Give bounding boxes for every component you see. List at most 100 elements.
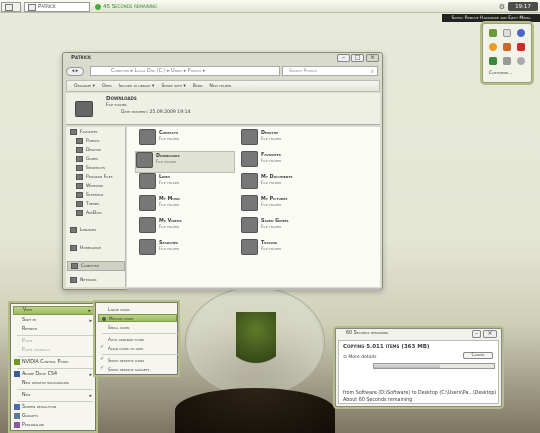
folder-favorites[interactable]: Favorites File folder [241,151,341,173]
maximize-button[interactable]: □ [351,54,364,62]
menu-separator [17,389,93,390]
menu-separator [102,333,178,334]
close-button[interactable]: × [483,330,497,338]
documents-folder-icon [241,173,258,189]
search-input[interactable]: Search Patrick ⌕ [282,66,378,76]
signal-icon[interactable] [503,57,511,65]
folder-icon [76,201,83,207]
nav-favorites[interactable]: Favorites [70,129,97,135]
submenu-show-desktop-icons[interactable]: ✓ Show desktop icons [98,356,177,364]
nav-systemcz[interactable]: Systemcz [76,192,103,198]
clock[interactable]: 19:17 [508,2,538,11]
include-library-button[interactable]: Include in library ▾ [119,84,155,89]
submenu-arrow-icon: ▸ [89,317,92,324]
folder-icon [28,3,36,11]
nav-themes[interactable]: Themes [76,201,99,207]
menu-item-nvidia[interactable]: NVIDIA Control Panel [13,358,95,367]
folder-tracing[interactable]: Tracing File folder [241,239,341,261]
monitor-icon [14,404,20,410]
nav-appdata[interactable]: AppData [76,210,102,216]
organize-button[interactable]: Organize ▾ [74,84,95,89]
submenu-large-icons[interactable]: Large icons [98,305,177,313]
taskbar-item-patrick[interactable]: Patrick [24,2,90,12]
games-folder-icon [241,217,258,233]
menu-item-gadgets[interactable]: Gadgets [13,412,95,421]
nav-shortcuts[interactable]: Shortcuts [76,165,105,171]
nav-games[interactable]: Games [76,156,98,162]
minimize-button[interactable]: – [337,54,350,62]
links-folder-icon [139,173,156,189]
copy-progress-dialog: 60 Seconds remaining – × Copying 5.011 i… [335,328,502,407]
folder-contacts[interactable]: Contacts File folder [139,129,239,151]
minimize-button[interactable]: – [472,330,481,338]
folder-downloads[interactable]: Downloads File folder [135,151,235,173]
share-with-button[interactable]: Share with ▾ [161,84,185,89]
nav-homegroup[interactable]: Homegroup [70,245,101,251]
flag-icon[interactable] [503,29,511,37]
volume-icon[interactable] [517,57,525,65]
cancel-button[interactable]: Cancel [463,352,493,359]
folder-icon [76,156,83,162]
menu-item-personalize[interactable]: Personalize [13,421,95,430]
submenu-small-icons[interactable]: Small icons [98,323,177,331]
menu-item-paste-shortcut[interactable]: Paste shortcut [13,346,95,355]
new-folder-button[interactable]: New folder [209,84,231,89]
nav-desktop[interactable]: Desktop [76,147,101,153]
submenu-align-to-grid[interactable]: ✓ Align icons to grid [98,344,177,352]
folder-icon [76,165,83,171]
menu-item-new[interactable]: New ▸ [13,391,95,400]
folder-saved-games[interactable]: Saved Games File folder [241,217,341,239]
more-details-toggle[interactable]: ⊙ More details [343,355,376,360]
menu-item-screen-resolution[interactable]: Screen resolution [13,403,95,412]
app-icon[interactable] [489,43,497,51]
window-title: Patrick [71,55,92,61]
folder-desktop[interactable]: Desktop File folder [241,129,341,151]
folder-my-documents[interactable]: My Documents File folder [241,173,341,195]
burn-button[interactable]: Burn [193,84,203,89]
address-path[interactable]: Computer ▸ Local Disk (C:) ▸ Users ▸ Pat… [90,66,280,76]
dialog-body: Copying 5.011 items (363 MB) Cancel ⊙ Mo… [338,340,499,404]
star-icon [70,129,77,135]
back-forward-buttons[interactable]: ◂ ▸ [66,66,84,76]
submenu-medium-icons[interactable]: Medium icons [98,314,177,322]
nav-network[interactable]: Network [70,277,97,283]
app-icon-2[interactable] [503,43,511,51]
videos-folder-icon [139,217,156,233]
nav-computer[interactable]: Computer [67,261,125,271]
tray-settings-icon[interactable]: ⚙ [499,3,505,11]
nav-libraries[interactable]: Libraries [70,227,96,233]
folder-my-videos[interactable]: My Videos File folder [139,217,239,239]
menu-item-paste[interactable]: Paste [13,337,95,346]
folder-my-pictures[interactable]: My Pictures File folder [241,195,341,217]
copy-heading: Copying 5.011 items (363 MB) [343,344,430,350]
eject-icon[interactable] [489,29,497,37]
horizontal-scrollbar[interactable] [127,288,380,290]
folder-searches[interactable]: Searches File folder [139,239,239,261]
folder-my-music[interactable]: My Music File folder [139,195,239,217]
nav-program-files[interactable]: Program Files [76,174,113,180]
progress-icon [95,4,101,10]
menu-item-new-background[interactable]: New desktop background [13,379,95,388]
menu-item-refresh[interactable]: Refresh [13,325,95,334]
folder-links[interactable]: Links File folder [139,173,239,195]
nav-windows[interactable]: Windows [76,183,103,189]
network-icon[interactable] [489,57,497,65]
menu-item-view[interactable]: View ▸ [13,306,95,315]
help-icon[interactable] [517,29,525,37]
submenu-show-gadgets[interactable]: ✓ Show desktop gadgets [98,365,177,373]
gadgets-icon [14,413,20,419]
download-folder-icon [75,101,93,117]
customize-link[interactable]: Customize... [489,71,512,76]
close-button[interactable]: × [366,54,379,62]
open-button[interactable]: Open [102,84,112,89]
start-icon [5,3,13,11]
close-app-icon[interactable] [517,43,525,51]
taskbar-item-copy-progress[interactable]: 45 Seconds remaining [92,2,172,12]
menu-item-sort-by[interactable]: Sort by ▸ [13,316,95,325]
submenu-auto-arrange[interactable]: Auto arrange icons [98,335,177,343]
contacts-folder-icon [139,129,156,145]
start-button[interactable] [1,2,21,12]
nav-patrick[interactable]: Patrick [76,138,99,144]
progress-bar [373,363,495,369]
menu-item-adobe-drive[interactable]: Adobe Drive CS4 ▸ [13,370,95,379]
